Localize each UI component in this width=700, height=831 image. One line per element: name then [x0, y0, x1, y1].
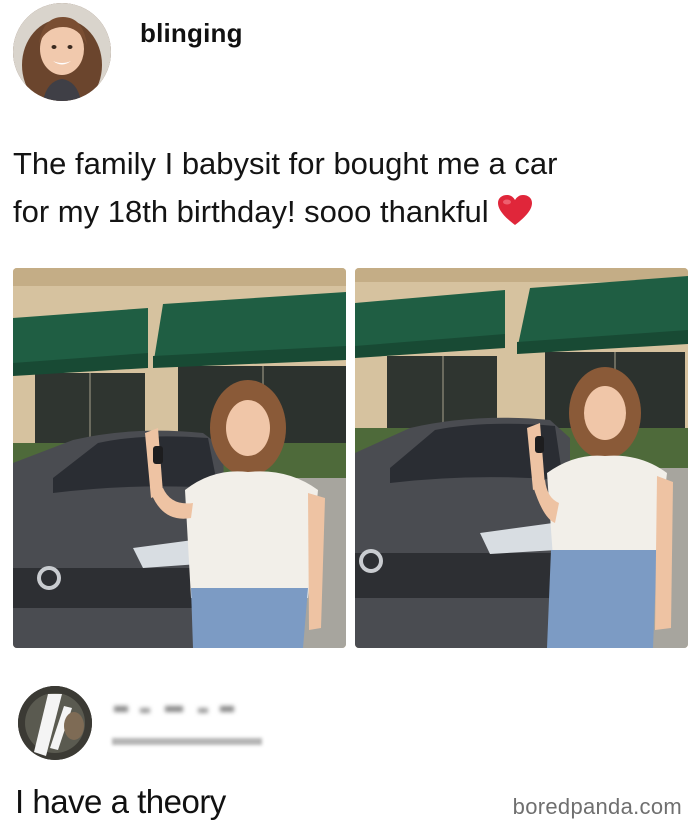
- reply-username-redacted: [110, 694, 260, 724]
- author-avatar[interactable]: [13, 3, 111, 101]
- author-username[interactable]: blinging: [140, 18, 243, 49]
- watermark-text: boredpanda.com: [512, 794, 682, 819]
- reply-avatar[interactable]: [18, 686, 92, 760]
- photo-2-scene: [355, 268, 688, 648]
- post-text-line-2-content: for my 18th birthday! sooo thankful: [13, 194, 489, 229]
- author-avatar-image: [13, 3, 111, 101]
- reply-text: I have a theory: [15, 783, 226, 820]
- post-photo-1[interactable]: [13, 268, 346, 648]
- post-photo-2[interactable]: [355, 268, 688, 648]
- heart-icon: [497, 192, 533, 240]
- post-text-line-2: for my 18th birthday! sooo thankful: [13, 188, 693, 240]
- reply-avatar-image: [18, 686, 92, 760]
- photo-1-scene: [13, 268, 346, 648]
- reply-handle-redacted: [110, 730, 270, 752]
- post-text: The family I babysit for bought me a car…: [13, 140, 693, 240]
- post-text-line-1: The family I babysit for bought me a car: [13, 146, 558, 181]
